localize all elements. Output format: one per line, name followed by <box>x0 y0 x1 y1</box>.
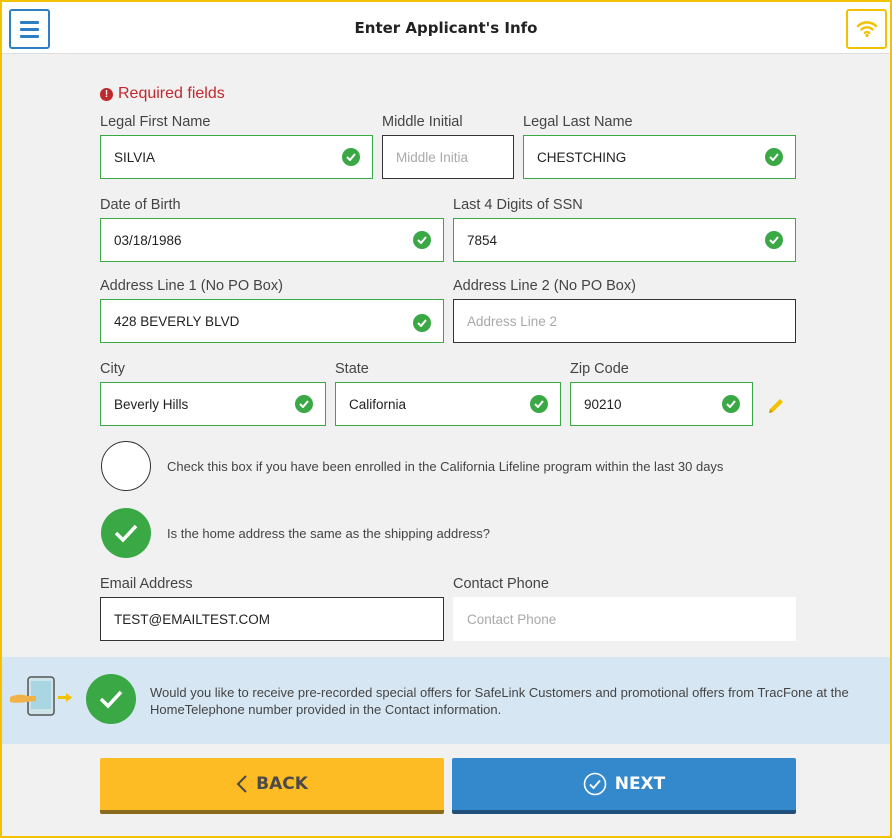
email-field-wrap <box>100 597 444 641</box>
address1-label: Address Line 1 (No PO Box) <box>100 278 283 294</box>
check-circle-icon <box>722 395 740 413</box>
address2-field-wrap <box>453 299 796 343</box>
check-icon <box>99 690 123 709</box>
shipping-same-text: Is the home address the same as the ship… <box>167 526 491 541</box>
last-name-input[interactable] <box>524 136 795 178</box>
phone-label: Contact Phone <box>453 576 549 592</box>
email-label: Email Address <box>100 576 193 592</box>
hamburger-menu-icon-bar <box>20 27 39 31</box>
last-name-label: Legal Last Name <box>523 114 633 130</box>
wifi-button[interactable] <box>846 9 887 49</box>
promo-opt-in-text: Would you like to receive pre-recorded s… <box>150 685 849 717</box>
middle-initial-input[interactable] <box>383 136 513 178</box>
check-circle-icon <box>530 395 548 413</box>
dob-label: Date of Birth <box>100 197 181 213</box>
required-fields-note: ! Required fields <box>100 84 225 104</box>
dob-field-wrap <box>100 218 444 262</box>
ssn-field-wrap <box>453 218 796 262</box>
back-button-label: BACK <box>256 774 308 794</box>
check-circle-icon <box>765 231 783 249</box>
promo-opt-in-checkbox[interactable] <box>86 674 136 724</box>
zip-label: Zip Code <box>570 361 629 377</box>
chevron-left-icon <box>236 775 247 793</box>
zip-field-wrap <box>570 382 753 426</box>
shipping-same-checkbox[interactable] <box>101 508 151 558</box>
back-button[interactable]: BACK <box>100 758 444 814</box>
app-frame: Enter Applicant's Info ! Required fields… <box>0 0 892 838</box>
middle-initial-field-wrap <box>382 135 514 179</box>
state-field-wrap <box>335 382 561 426</box>
city-label: City <box>100 361 125 377</box>
city-field-wrap <box>100 382 326 426</box>
page-title: Enter Applicant's Info <box>354 19 538 37</box>
header-bar: Enter Applicant's Info <box>2 2 890 54</box>
pencil-icon[interactable] <box>766 396 786 416</box>
next-button-label: NEXT <box>614 774 666 794</box>
check-circle-icon <box>295 395 313 413</box>
ssn-label: Last 4 Digits of SSN <box>453 197 583 213</box>
wifi-icon <box>856 21 877 38</box>
last-name-field-wrap <box>523 135 796 179</box>
city-input[interactable] <box>101 383 325 425</box>
check-circle-icon <box>765 148 783 166</box>
address1-field-wrap <box>100 299 444 343</box>
lifeline-text: Check this box if you have been enrolled… <box>167 459 724 474</box>
first-name-input[interactable] <box>101 136 372 178</box>
check-circle-outline-icon <box>583 772 607 796</box>
ssn-input[interactable] <box>454 219 795 261</box>
first-name-field-wrap <box>100 135 373 179</box>
phone-input[interactable] <box>454 598 795 640</box>
required-fields-text: Required fields <box>118 85 225 102</box>
check-circle-icon <box>413 231 431 249</box>
email-input[interactable] <box>101 598 443 640</box>
phone-field-wrap <box>453 597 796 641</box>
address2-label: Address Line 2 (No PO Box) <box>453 278 636 294</box>
check-circle-icon <box>413 314 431 332</box>
menu-button[interactable] <box>9 9 50 49</box>
address2-input[interactable] <box>454 300 795 342</box>
tablet-hand-icon <box>10 676 72 716</box>
state-input[interactable] <box>336 383 560 425</box>
lifeline-checkbox[interactable] <box>101 441 151 491</box>
exclamation-circle-icon: ! <box>100 87 113 101</box>
promo-opt-in-band: Would you like to receive pre-recorded s… <box>2 657 890 744</box>
address1-input[interactable] <box>101 300 443 342</box>
check-icon <box>114 524 138 543</box>
hamburger-menu-icon <box>20 20 39 24</box>
check-circle-icon <box>342 148 360 166</box>
dob-input[interactable] <box>101 219 443 261</box>
state-label: State <box>335 361 369 377</box>
hamburger-menu-icon-bar <box>20 34 39 38</box>
first-name-label: Legal First Name <box>100 114 211 130</box>
next-button[interactable]: NEXT <box>452 758 796 814</box>
middle-initial-label: Middle Initial <box>382 114 463 130</box>
